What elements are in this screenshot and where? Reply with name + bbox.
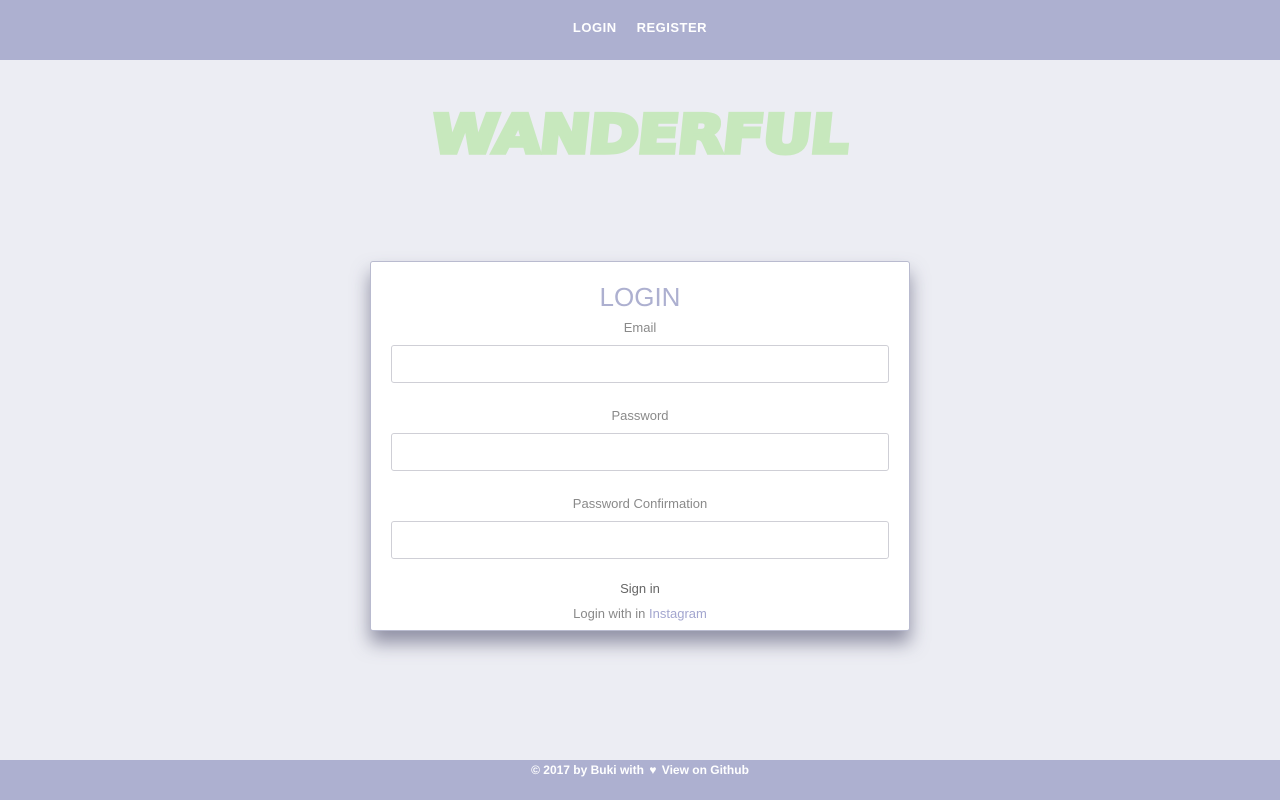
email-label: Email (623, 320, 657, 335)
login-card: LOGIN Email Password Password Confirmati… (370, 261, 910, 631)
password-confirmation-field[interactable] (391, 521, 889, 559)
nav-login-link[interactable]: LOGIN (573, 20, 617, 35)
login-with-row: Login with in Instagram (391, 606, 889, 621)
password-confirmation-label: Password Confirmation (572, 496, 708, 511)
login-with-text: Login with in (573, 606, 646, 621)
site-logo: WANDERFUL (0, 100, 1280, 170)
sign-in-button[interactable]: Sign in (391, 581, 889, 596)
login-title: LOGIN (599, 282, 681, 312)
github-link[interactable]: View on Github (662, 763, 749, 777)
top-navigation: LOGIN REGISTER (0, 0, 1280, 60)
email-field[interactable] (391, 345, 889, 383)
instagram-login-link[interactable]: Instagram (649, 606, 707, 621)
footer: © 2017 by Buki with ♥ View on Github (0, 760, 1280, 800)
heart-icon: ♥ (649, 763, 657, 777)
password-field[interactable] (391, 433, 889, 471)
nav-register-link[interactable]: REGISTER (637, 20, 707, 35)
password-label: Password (611, 408, 669, 423)
logo-text: WANDERFUL (426, 102, 853, 168)
footer-copyright: © 2017 by Buki with (531, 763, 644, 777)
